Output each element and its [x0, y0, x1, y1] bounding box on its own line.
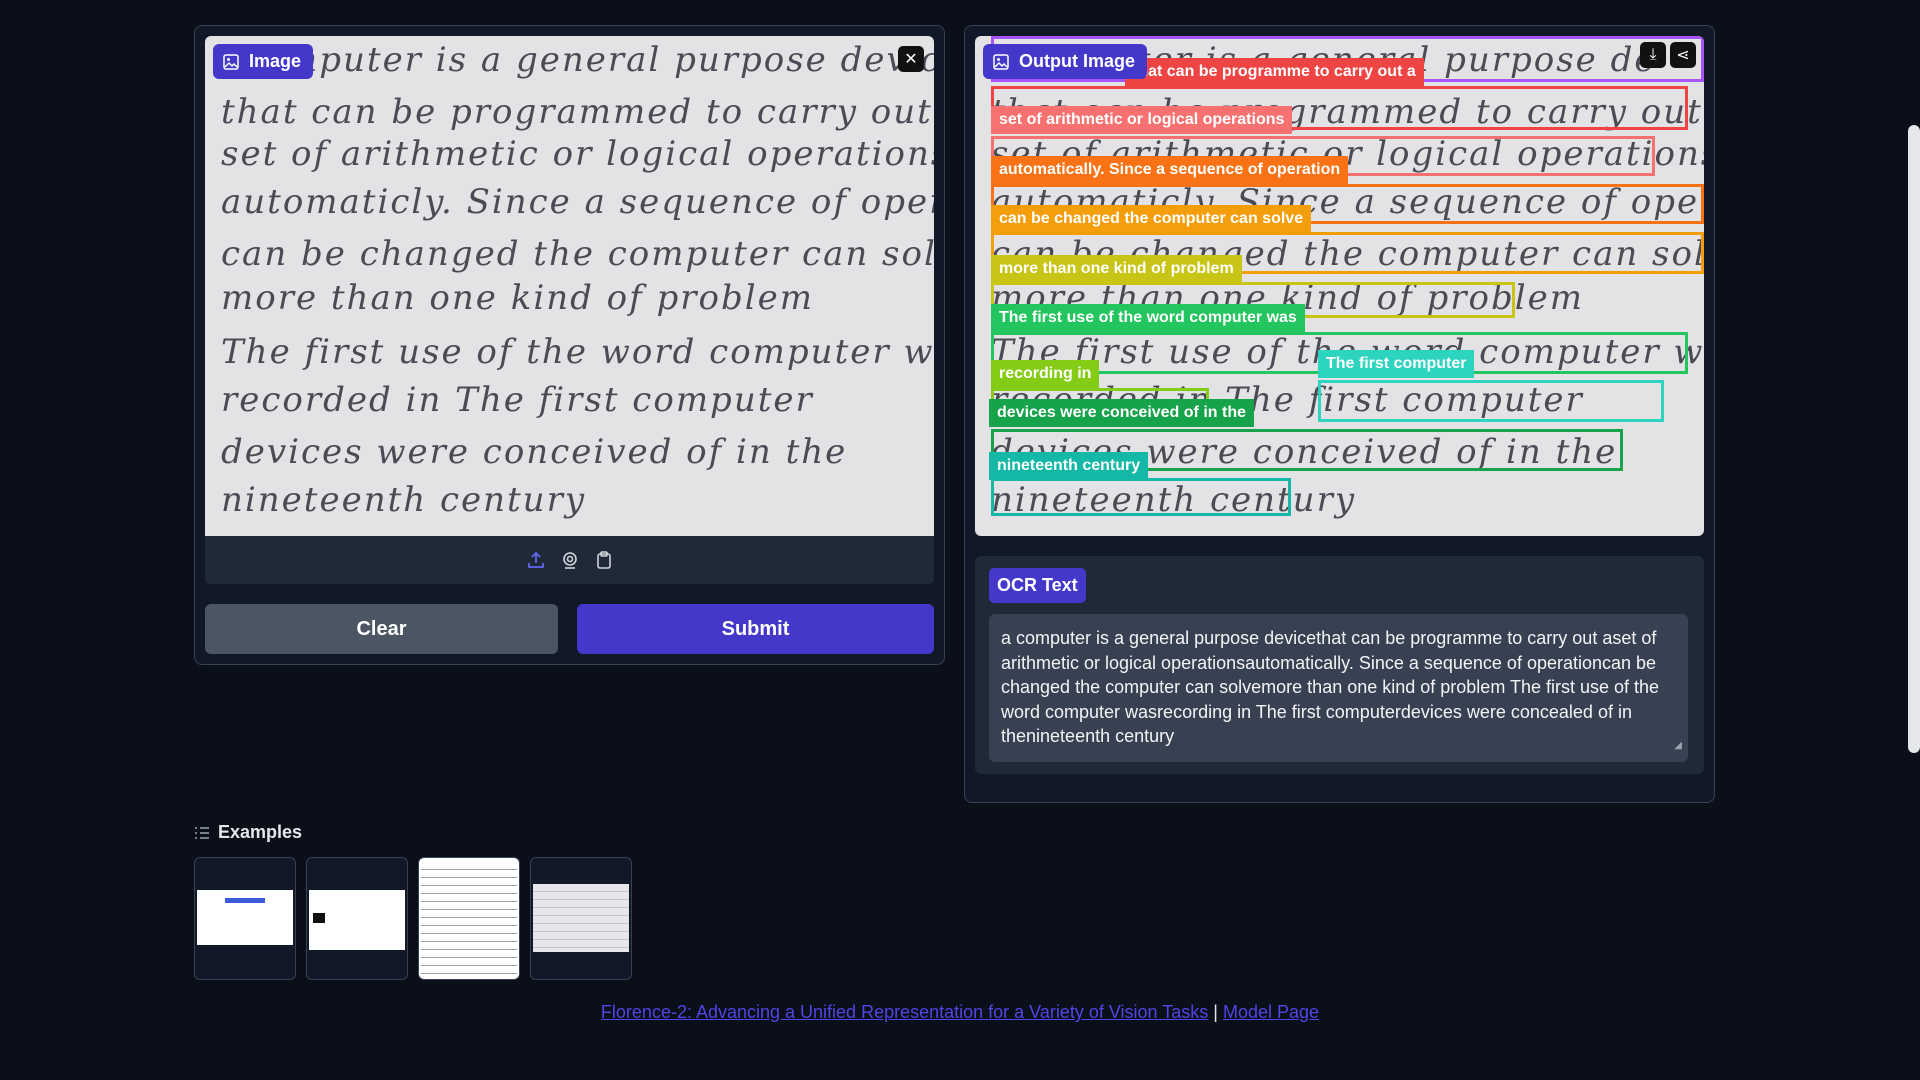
handwriting-line: devices were conceived of in the — [221, 432, 848, 472]
image-icon — [993, 53, 1009, 70]
footer: Florence-2: Advancing a Unified Represen… — [0, 1002, 1920, 1023]
upload-icon[interactable] — [526, 550, 546, 570]
examples-title: Examples — [218, 822, 303, 842]
ocr-region-box — [991, 478, 1291, 516]
handwriting-line: recorded in The first computer — [221, 380, 814, 420]
handwriting-line: can be changed the computer can solve — [221, 234, 934, 274]
clipboard-icon[interactable] — [594, 550, 614, 570]
image-label-text: Image — [249, 51, 302, 71]
handwriting-line: set of arithmetic or logical operations — [221, 134, 934, 174]
ocr-region-label: devices were conceived of in the — [989, 399, 1254, 427]
list-icon — [195, 826, 209, 839]
submit-button[interactable]: Submit — [577, 604, 934, 654]
input-image-area[interactable]: Image ✕ mputer is a general purpose devi… — [205, 36, 934, 536]
model-page-link[interactable]: Model Page — [1223, 1002, 1319, 1022]
ocr-text-block: OCR Text a computer is a general purpose… — [975, 556, 1704, 774]
ocr-region-label: nineteenth century — [989, 452, 1149, 480]
example-thumbnail[interactable] — [194, 857, 296, 980]
image-source-toolbar — [205, 536, 934, 584]
ocr-region-label: automatically. Since a sequence of opera… — [991, 156, 1349, 184]
handwriting-line: mputer is a general purpose devic — [285, 40, 934, 80]
handwriting-line: automaticly. Since a sequence of operati… — [221, 182, 934, 222]
resize-handle-icon[interactable]: ◢ — [1674, 734, 1682, 759]
close-icon[interactable]: ✕ — [898, 46, 924, 72]
ocr-text-label: OCR Text — [989, 568, 1086, 603]
ocr-region-label: can be changed the computer can solve — [991, 205, 1312, 233]
input-panel: Image ✕ mputer is a general purpose devi… — [194, 25, 945, 665]
paper-link[interactable]: Florence-2: Advancing a Unified Represen… — [601, 1002, 1208, 1022]
examples-header: Examples — [194, 822, 302, 843]
footer-separator: | — [1213, 1002, 1218, 1022]
output-image-area: mputer is a general purpose de that can … — [975, 36, 1704, 536]
example-thumbnail[interactable] — [306, 857, 408, 980]
handwriting-line: more than one kind of problem — [221, 278, 815, 318]
ocr-region-label: that can be programme to carry out a — [1125, 58, 1424, 86]
webcam-icon[interactable] — [560, 550, 580, 570]
output-panel: mputer is a general purpose de that can … — [964, 25, 1715, 803]
example-thumbnail[interactable] — [418, 857, 520, 980]
ocr-region-label: recording in — [991, 360, 1100, 388]
output-image-label: Output Image — [983, 44, 1147, 79]
clear-button[interactable]: Clear — [205, 604, 558, 654]
image-icon — [223, 53, 239, 70]
handwriting-line: The first use of the word computer was — [221, 332, 934, 372]
download-icon[interactable]: ⤓ — [1640, 42, 1666, 68]
ocr-region-box — [1318, 380, 1664, 422]
ocr-region-label: more than one kind of problem — [991, 255, 1242, 283]
ocr-text-output[interactable]: a computer is a general purpose deviceth… — [989, 614, 1688, 762]
example-thumbnail[interactable] — [530, 857, 632, 980]
image-label: Image — [213, 44, 314, 79]
ocr-region-label: set of arithmetic or logical operations — [991, 106, 1293, 134]
share-icon[interactable]: ⋖ — [1670, 42, 1696, 68]
ocr-text-value: a computer is a general purpose deviceth… — [1001, 628, 1660, 746]
handwriting-line: that can be programmed to carry out a — [221, 92, 934, 132]
output-image-label-text: Output Image — [1019, 51, 1135, 71]
ocr-region-label: The first computer — [1318, 350, 1475, 378]
handwriting-line: nineteenth century — [221, 480, 587, 520]
page-scrollbar[interactable] — [1908, 125, 1920, 753]
ocr-region-label: The first use of the word computer was — [991, 304, 1305, 332]
